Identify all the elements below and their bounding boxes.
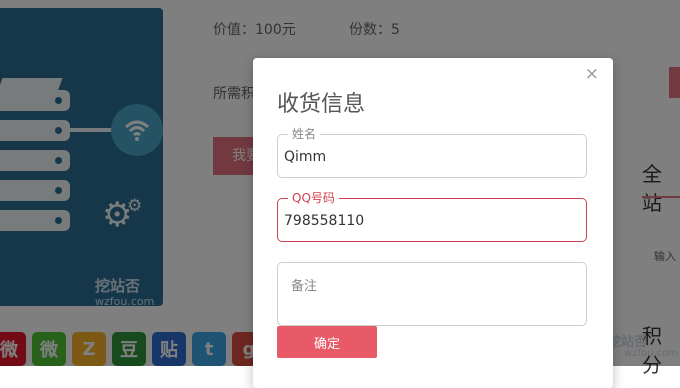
note-field[interactable]: 备注 <box>277 262 587 326</box>
modal-title: 收货信息 <box>277 92 366 117</box>
qq-field: QQ号码 <box>277 191 587 242</box>
name-field-label: 姓名 <box>288 127 321 141</box>
shipping-info-modal: 收货信息 × 姓名 QQ号码 备注 确定 <box>253 58 613 388</box>
qq-input[interactable] <box>284 213 574 229</box>
confirm-button[interactable]: 确定 <box>277 326 377 358</box>
note-placeholder: 备注 <box>291 279 318 294</box>
name-input[interactable] <box>284 149 574 165</box>
close-icon[interactable]: × <box>585 64 599 84</box>
qq-field-label: QQ号码 <box>288 191 339 205</box>
name-field: 姓名 <box>277 127 587 178</box>
